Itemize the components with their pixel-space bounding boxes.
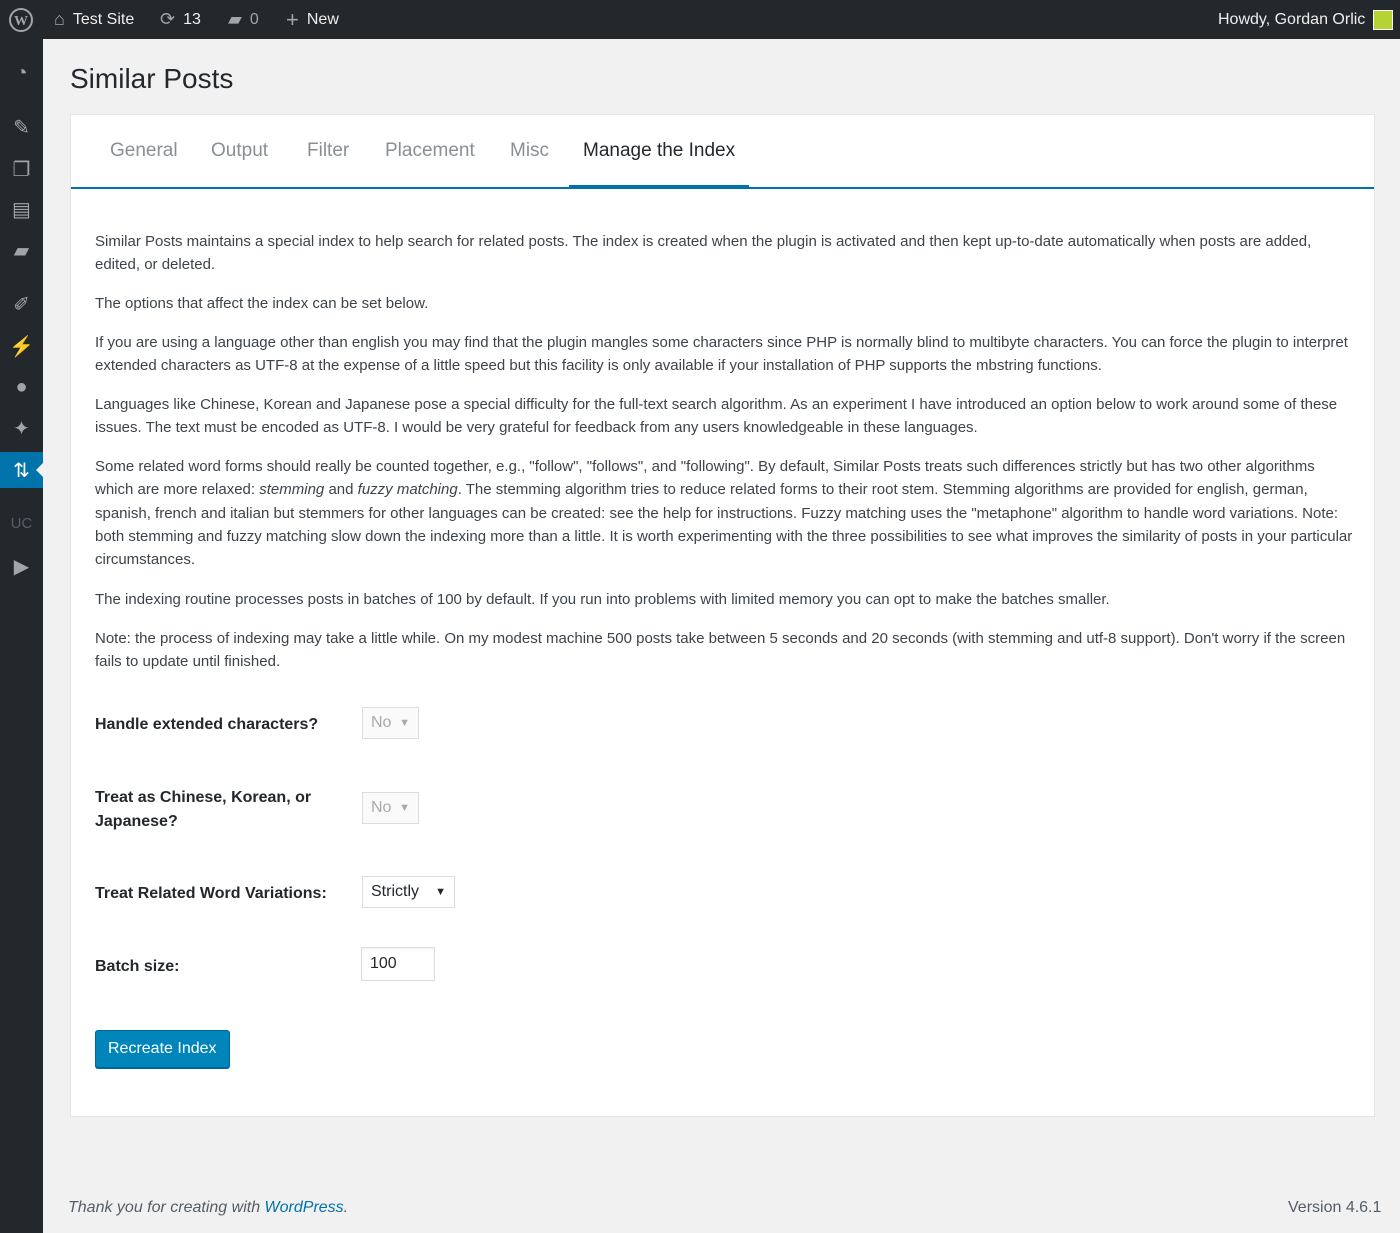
comments-icon[interactable]: ▰ bbox=[0, 233, 43, 267]
extended-chars-label: Handle extended characters? bbox=[95, 716, 319, 733]
account-menu[interactable]: Howdy, Gordan Orlic bbox=[1218, 0, 1394, 39]
plugins-icon[interactable]: ⚡ bbox=[0, 329, 43, 363]
uc-icon[interactable]: UC bbox=[0, 506, 43, 540]
users-icon[interactable]: ● bbox=[0, 370, 43, 404]
pin-icon[interactable]: ✎ bbox=[0, 110, 43, 144]
dashboard-icon[interactable]: ◔ bbox=[0, 56, 43, 90]
footer-version: Version 4.6.1 bbox=[1288, 1199, 1382, 1216]
home-icon: ⌂ bbox=[54, 9, 65, 29]
media-icon[interactable]: ❐ bbox=[0, 152, 43, 186]
intro-paragraph-7: Note: the process of indexing may take a… bbox=[95, 630, 1346, 671]
intro-paragraph-6: The indexing routine processes posts in … bbox=[95, 591, 1110, 608]
appearance-icon[interactable]: ✐ bbox=[0, 287, 43, 321]
avatar bbox=[1373, 9, 1394, 30]
batch-size-value: 100 bbox=[370, 955, 397, 972]
tab-filter-label: Filter bbox=[307, 140, 350, 161]
wordpress-link[interactable]: WordPress bbox=[265, 1199, 344, 1216]
recreate-index-label: Recreate Index bbox=[108, 1040, 217, 1057]
tab-placement[interactable]: Placement bbox=[385, 115, 475, 187]
intro-paragraph-2: The options that affect the index can be… bbox=[95, 295, 429, 312]
footer-thanks-suffix: . bbox=[343, 1199, 349, 1216]
intro-p5-fuzzy: fuzzy matching bbox=[357, 481, 458, 499]
tab-output[interactable]: Output bbox=[211, 115, 268, 187]
intro-paragraph-4: Languages like Chinese, Korean and Japan… bbox=[95, 396, 1338, 437]
comments-count: 0 bbox=[249, 10, 259, 28]
plus-icon: + bbox=[286, 6, 299, 32]
chevron-down-icon: ▼ bbox=[399, 717, 410, 729]
chevron-down-icon: ▼ bbox=[399, 802, 410, 814]
site-name-link[interactable]: ⌂ Test Site bbox=[54, 0, 134, 39]
new-label: New bbox=[306, 10, 339, 28]
updates-count: 13 bbox=[183, 10, 201, 28]
updates-icon: ⟳ bbox=[160, 9, 176, 29]
tab-placement-label: Placement bbox=[385, 140, 475, 161]
tab-general-label: General bbox=[110, 140, 178, 161]
footer-thanks: Thank you for creating with WordPress. bbox=[68, 1199, 348, 1217]
greeting: Howdy, Gordan Orlic bbox=[1218, 10, 1366, 28]
intro-paragraph-1: Similar Posts maintains a special index … bbox=[95, 233, 1312, 274]
settings-icon[interactable]: ⇅ bbox=[0, 452, 43, 488]
chevron-down-icon: ▼ bbox=[435, 886, 446, 898]
play-icon[interactable]: ▶ bbox=[0, 549, 43, 583]
batch-size-label: Batch size: bbox=[95, 958, 180, 975]
word-variations-select[interactable]: Strictly ▼ bbox=[362, 876, 455, 908]
active-tab-indicator bbox=[569, 185, 750, 189]
intro-p5-stemming: stemming bbox=[259, 481, 325, 499]
cjk-label: Treat as Chinese, Korean, or Japanese? bbox=[95, 789, 312, 830]
intro-p5-and: and bbox=[324, 481, 358, 499]
tab-bar: General Output Filter Placement Misc Man… bbox=[71, 115, 1374, 189]
cjk-value: No bbox=[371, 799, 392, 816]
footer-thanks-prefix: Thank you for creating with bbox=[68, 1199, 265, 1216]
settings-panel: General Output Filter Placement Misc Man… bbox=[70, 114, 1375, 1117]
extended-chars-select[interactable]: No ▼ bbox=[362, 707, 419, 739]
intro-paragraph-3: If you are using a language other than e… bbox=[95, 334, 1348, 375]
tab-output-label: Output bbox=[211, 140, 269, 161]
batch-size-input[interactable]: 100 bbox=[361, 947, 435, 981]
tab-filter[interactable]: Filter bbox=[307, 115, 349, 187]
tab-manage-index-label: Manage the Index bbox=[583, 140, 736, 161]
tab-manage-index[interactable]: Manage the Index bbox=[569, 115, 750, 189]
word-variations-label: Treat Related Word Variations: bbox=[95, 885, 327, 902]
wordpress-logo-icon[interactable]: W bbox=[8, 0, 34, 39]
tab-misc[interactable]: Misc bbox=[510, 115, 549, 187]
tab-misc-label: Misc bbox=[510, 140, 550, 161]
tab-general[interactable]: General bbox=[110, 115, 178, 187]
tools-icon[interactable]: ✦ bbox=[0, 411, 43, 445]
comment-bubble-icon: ▰ bbox=[228, 9, 242, 29]
word-variations-value: Strictly bbox=[371, 883, 419, 900]
svg-text:W: W bbox=[14, 14, 28, 29]
admin-sidebar: ◔ ✎ ❐ ▤ ▰ ✐ ⚡ ● ✦ ⇅ UC ▶ bbox=[0, 39, 43, 1233]
pages-icon[interactable]: ▤ bbox=[0, 192, 43, 226]
recreate-index-button[interactable]: Recreate Index bbox=[95, 1030, 230, 1068]
intro-paragraph-5: Some related word forms should really be… bbox=[95, 455, 1357, 571]
extended-chars-value: No bbox=[371, 714, 392, 731]
comments-link[interactable]: ▰ 0 bbox=[228, 0, 259, 39]
cjk-select[interactable]: No ▼ bbox=[362, 792, 419, 824]
page-title: Similar Posts bbox=[70, 63, 234, 94]
new-content-link[interactable]: + New bbox=[286, 0, 339, 39]
admin-bar: W ⌂ Test Site ⟳ 13 ▰ 0 + New Howdy, Gord… bbox=[0, 0, 1400, 39]
site-name-label: Test Site bbox=[72, 10, 135, 28]
updates-link[interactable]: ⟳ 13 bbox=[160, 0, 201, 39]
